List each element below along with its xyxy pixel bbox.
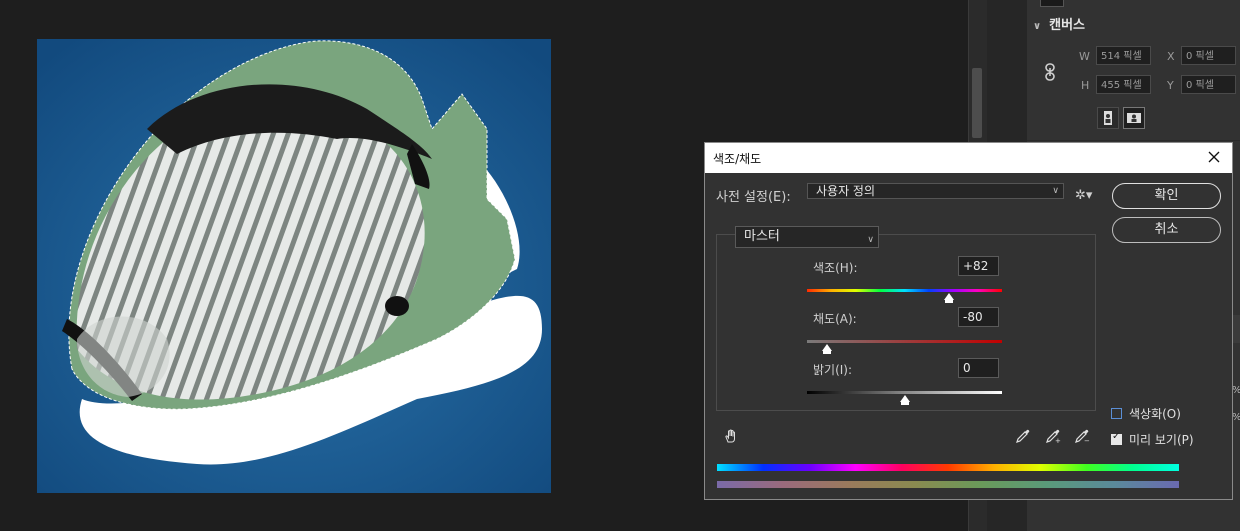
dialog-title: 색조/채도 <box>713 152 762 166</box>
y-field[interactable]: 0 픽셀 <box>1181 75 1236 94</box>
panel-top-control[interactable] <box>1040 0 1064 7</box>
side-percent-2: % <box>1232 412 1240 423</box>
lightness-slider-track[interactable] <box>807 391 1002 394</box>
channel-select[interactable]: 마스터 ∨ <box>735 226 879 248</box>
channel-value: 마스터 <box>744 229 780 244</box>
colorize-checkbox[interactable] <box>1111 408 1122 419</box>
preset-value: 사용자 정의 <box>816 184 876 198</box>
chevron-down-icon: ∨ <box>867 235 874 245</box>
svg-text:−: − <box>1084 437 1090 444</box>
output-color-bar <box>717 481 1179 488</box>
saturation-input[interactable]: -80 <box>958 307 999 327</box>
landscape-icon <box>1127 113 1141 123</box>
eyedropper-plus-icon[interactable]: + <box>1045 428 1061 444</box>
dialog-title-bar[interactable]: 색조/채도 <box>705 143 1232 173</box>
width-label: W <box>1079 50 1090 63</box>
adjustment-group <box>716 234 1096 411</box>
width-field[interactable]: 514 픽셀 <box>1096 46 1151 65</box>
targeted-adjustment-hand-icon[interactable] <box>723 428 739 444</box>
chevron-down-icon: ∨ <box>1052 186 1059 196</box>
y-label: Y <box>1167 79 1174 92</box>
colorize-label: 색상화(O) <box>1129 407 1181 421</box>
svg-text:+: + <box>1055 437 1061 444</box>
x-label: X <box>1167 50 1175 63</box>
side-percent-1: % <box>1232 385 1240 396</box>
preview-checkbox-row[interactable]: 미리 보기(P) <box>1111 431 1194 448</box>
link-icon[interactable] <box>1044 63 1056 81</box>
saturation-slider-track[interactable] <box>807 340 1002 343</box>
close-icon[interactable] <box>1206 149 1222 165</box>
saturation-label: 채도(A): <box>813 312 857 326</box>
preview-label: 미리 보기(P) <box>1129 433 1194 447</box>
eyedropper-minus-icon[interactable]: − <box>1074 428 1090 444</box>
canvas-section-header[interactable]: ∨ 캔버스 <box>1033 14 1085 33</box>
ok-button[interactable]: 확인 <box>1112 183 1221 209</box>
scrollbar-thumb[interactable] <box>972 68 982 138</box>
saturation-slider-thumb[interactable] <box>821 344 832 354</box>
hue-slider-thumb[interactable] <box>943 293 954 303</box>
hue-input[interactable]: +82 <box>958 256 999 276</box>
height-field[interactable]: 455 픽셀 <box>1096 75 1151 94</box>
chevron-down-icon[interactable]: ∨ <box>1033 21 1041 32</box>
lightness-slider-thumb[interactable] <box>899 395 910 405</box>
canvas-section-title: 캔버스 <box>1049 18 1086 33</box>
hue-slider-track[interactable] <box>807 289 1002 292</box>
cancel-button[interactable]: 취소 <box>1112 217 1221 243</box>
landscape-orientation-button[interactable] <box>1123 107 1145 129</box>
preview-checkbox[interactable] <box>1111 431 1122 445</box>
lightness-input[interactable]: 0 <box>958 358 999 378</box>
document-image[interactable] <box>37 39 551 493</box>
preset-label: 사전 설정(E): <box>716 190 791 205</box>
panel-divider <box>1027 140 1240 141</box>
height-label: H <box>1081 79 1090 92</box>
gear-icon[interactable]: ✲▾ <box>1075 188 1092 203</box>
hue-saturation-dialog: 색조/채도 사전 설정(E): 사용자 정의 ∨ ✲▾ 확인 취소 마스터 ∨ … <box>704 142 1233 500</box>
portrait-icon <box>1104 111 1112 125</box>
hue-label: 색조(H): <box>813 261 858 275</box>
lightness-label: 밝기(I): <box>813 363 853 377</box>
input-color-bar <box>717 464 1179 471</box>
colorize-checkbox-row[interactable]: 색상화(O) <box>1111 405 1181 422</box>
portrait-orientation-button[interactable] <box>1097 107 1119 129</box>
x-field[interactable]: 0 픽셀 <box>1181 46 1236 65</box>
eyedropper-icon[interactable] <box>1015 428 1031 444</box>
preset-select[interactable]: 사용자 정의 ∨ <box>807 183 1064 199</box>
